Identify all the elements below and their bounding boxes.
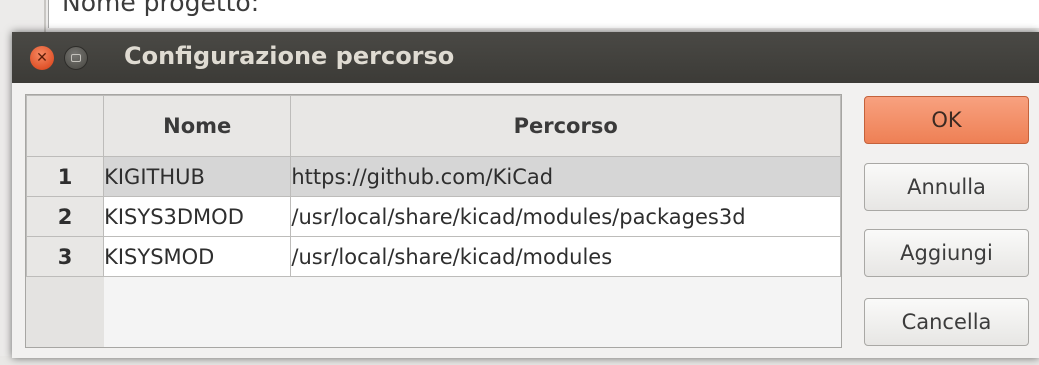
cell-percorso[interactable]: /usr/local/share/kicad/modules/packages3…	[290, 196, 841, 237]
aggiungi-button[interactable]: Aggiungi	[864, 229, 1029, 277]
cell-percorso[interactable]: /usr/local/share/kicad/modules	[290, 236, 841, 277]
annulla-button[interactable]: Annulla	[864, 163, 1029, 211]
table-row[interactable]: 3 KISYSMOD /usr/local/share/kicad/module…	[26, 236, 841, 277]
path-configuration-dialog: ✕ Configurazione percorso Nome Percorso …	[12, 32, 1039, 358]
cell-nome[interactable]: KISYS3DMOD	[103, 196, 292, 237]
project-name-label: Nome progetto:	[62, 0, 260, 17]
column-header-nome[interactable]: Nome	[103, 95, 292, 157]
row-number[interactable]: 2	[26, 196, 105, 237]
dialog-titlebar[interactable]: ✕ Configurazione percorso	[12, 32, 1039, 83]
dialog-title: Configurazione percorso	[124, 42, 455, 70]
cell-percorso[interactable]: https://github.com/KiCad	[290, 156, 841, 197]
paths-table: Nome Percorso 1 KIGITHUB https://github.…	[26, 95, 841, 277]
table-header-row: Nome Percorso	[26, 95, 841, 157]
table-corner-cell[interactable]	[26, 95, 105, 157]
cell-nome[interactable]: KIGITHUB	[103, 156, 292, 197]
table-row[interactable]: 1 KIGITHUB https://github.com/KiCad	[26, 156, 841, 197]
row-number[interactable]: 3	[26, 236, 105, 277]
paths-grid[interactable]: Nome Percorso 1 KIGITHUB https://github.…	[25, 94, 842, 348]
row-number[interactable]: 1	[26, 156, 105, 197]
column-header-percorso[interactable]: Percorso	[290, 95, 841, 157]
cell-nome[interactable]: KISYSMOD	[103, 236, 292, 277]
close-icon[interactable]: ✕	[30, 46, 54, 70]
minimize-icon[interactable]	[64, 46, 88, 70]
table-row[interactable]: 2 KISYS3DMOD /usr/local/share/kicad/modu…	[26, 196, 841, 237]
ok-button[interactable]: OK	[864, 96, 1029, 144]
cancella-button[interactable]: Cancella	[864, 298, 1029, 346]
